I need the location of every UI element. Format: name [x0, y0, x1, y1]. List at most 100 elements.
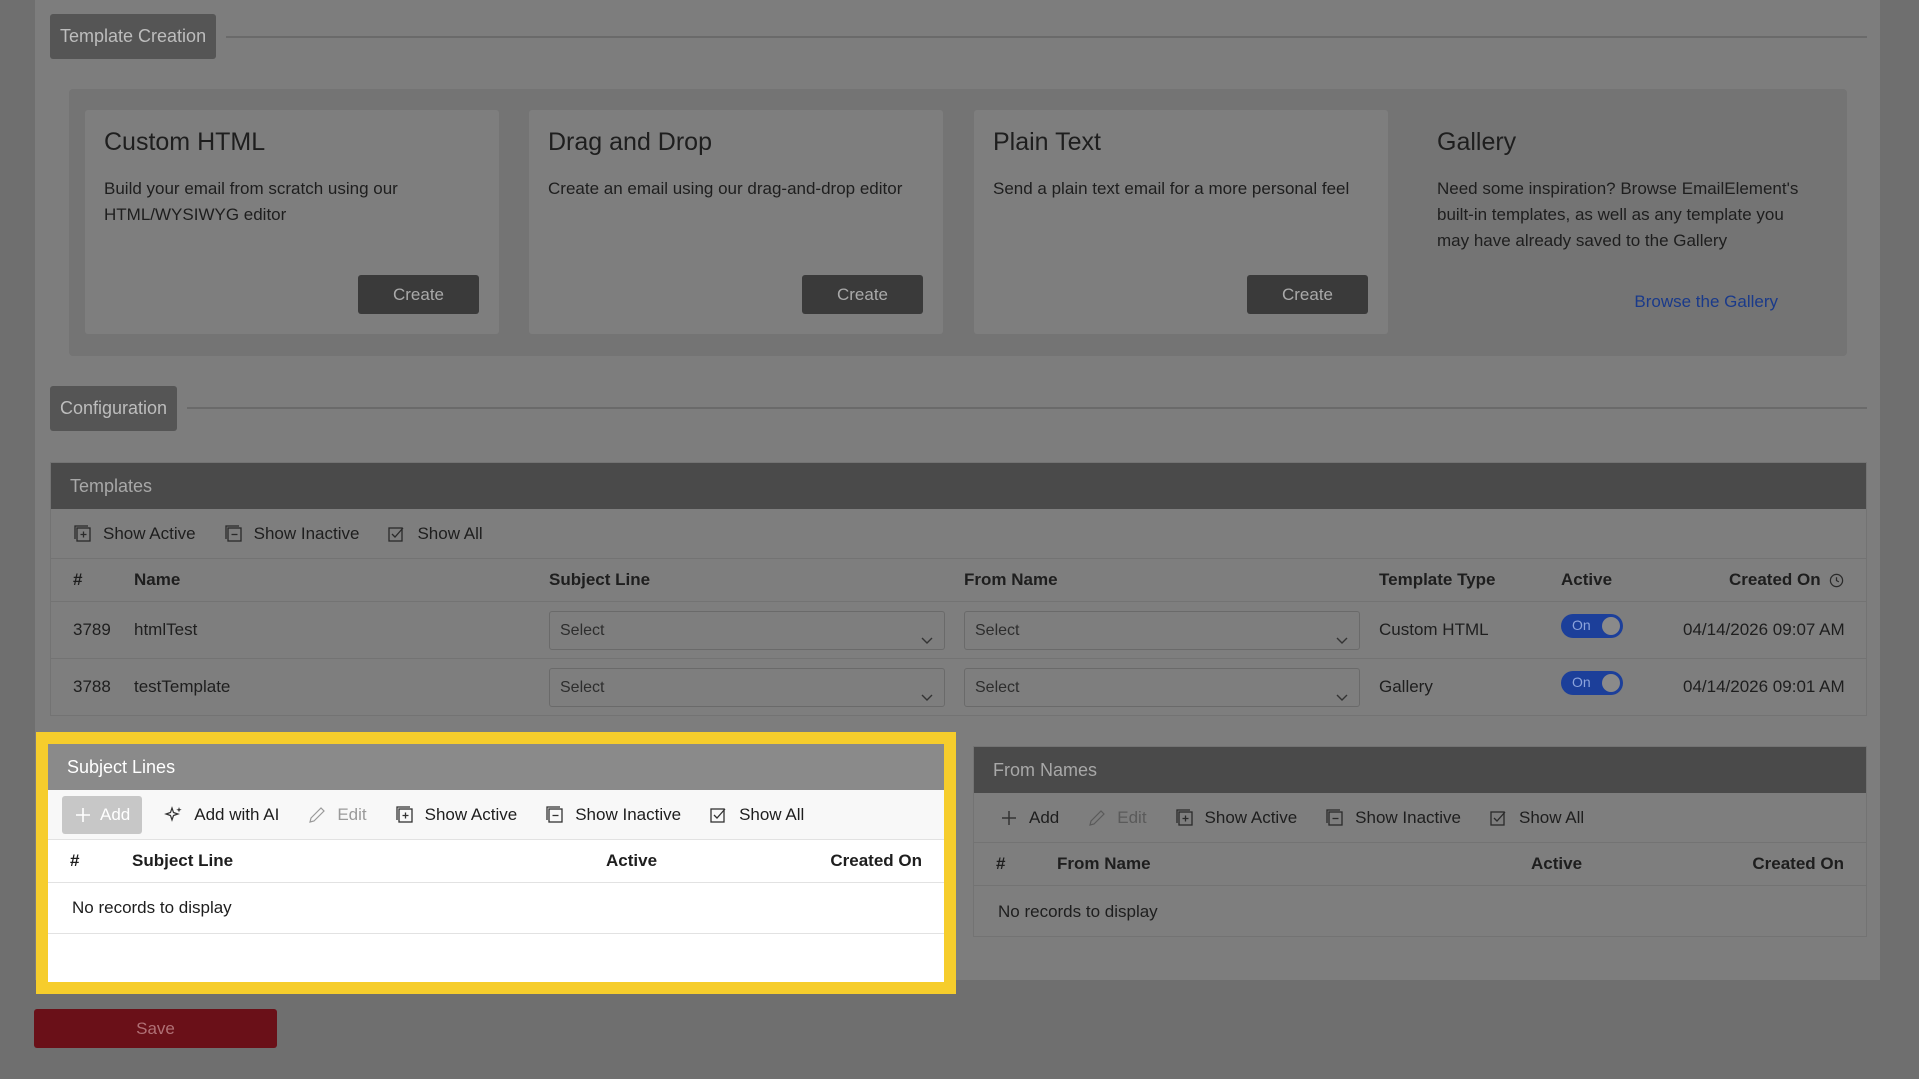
- templates-toolbar: Show Active Show Inactive Show All: [51, 509, 1866, 559]
- empty-row: No records to display: [48, 883, 944, 934]
- card-title: Custom HTML: [104, 128, 266, 156]
- col-num: #: [70, 851, 80, 870]
- card-description: Need some inspiration? Browse EmailEleme…: [1437, 179, 1799, 250]
- edit-button[interactable]: Edit: [1087, 808, 1147, 828]
- show-inactive-button[interactable]: Show Inactive: [224, 524, 359, 544]
- table-row[interactable]: 3789 htmlTest Select Select Custom HTML …: [51, 602, 1866, 659]
- show-active-icon: [395, 805, 415, 825]
- create-drag-and-drop-button[interactable]: Create: [802, 275, 923, 314]
- add-subject-line-button[interactable]: Add: [62, 795, 143, 834]
- plus-icon: [999, 808, 1019, 828]
- subject-lines-grid-title: Subject Lines: [48, 744, 944, 790]
- card-description: Build your email from scratch using our …: [104, 179, 398, 224]
- from-names-grid-title: From Names: [974, 747, 1866, 793]
- show-active-button[interactable]: Show Active: [1175, 808, 1297, 828]
- col-subject-line[interactable]: Subject Line: [132, 851, 233, 871]
- show-all-button[interactable]: Show All: [709, 805, 804, 825]
- chevron-down-icon: [1335, 681, 1349, 701]
- col-active[interactable]: Active: [1531, 854, 1582, 874]
- col-num: #: [73, 570, 83, 589]
- empty-row: No records to display: [974, 886, 1866, 937]
- show-inactive-button[interactable]: Show Inactive: [545, 805, 681, 825]
- row-created-on: 04/14/2026 09:01 AM: [1683, 677, 1845, 696]
- active-toggle[interactable]: On: [1561, 671, 1623, 695]
- edit-button[interactable]: Edit: [307, 805, 367, 825]
- row-id: 3789: [73, 620, 111, 639]
- card-description: Create an email using our drag-and-drop …: [548, 179, 903, 198]
- col-from-name[interactable]: From Name: [1057, 854, 1151, 874]
- templates-grid-title: Templates: [51, 463, 1866, 509]
- configuration-tag: Configuration: [50, 386, 178, 431]
- col-template-type[interactable]: Template Type: [1379, 570, 1496, 590]
- no-records-text: No records to display: [998, 901, 1158, 921]
- card-plain-text: Plain Text Send a plain text email for a…: [974, 110, 1388, 334]
- template-creation-heading: Template Creation: [50, 14, 217, 59]
- subject-lines-column-headers: # Subject Line Active Created On: [48, 840, 944, 883]
- no-records-text: No records to display: [72, 898, 232, 917]
- show-inactive-icon: [224, 524, 244, 544]
- templates-grid: Templates Show Active Show Inactive Show…: [50, 462, 1867, 716]
- sparkle-icon: [164, 805, 184, 825]
- subject-line-select[interactable]: Select: [549, 611, 945, 650]
- row-template-type: Gallery: [1379, 677, 1433, 696]
- chevron-down-icon: [920, 681, 934, 701]
- from-name-select[interactable]: Select: [964, 611, 1360, 650]
- template-creation-tag: Template Creation: [50, 14, 217, 59]
- col-subject-line[interactable]: Subject Line: [549, 570, 650, 590]
- chevron-down-icon: [1335, 624, 1349, 644]
- configuration-heading: Configuration: [50, 386, 178, 431]
- toggle-knob: [1602, 674, 1620, 692]
- add-with-ai-button[interactable]: Add with AI: [164, 805, 279, 825]
- col-active[interactable]: Active: [1561, 570, 1612, 590]
- show-active-icon: [73, 524, 93, 544]
- show-active-button[interactable]: Show Active: [73, 524, 196, 544]
- clock-icon: [1829, 573, 1844, 588]
- show-all-icon: [1489, 808, 1509, 828]
- table-row[interactable]: 3788 testTemplate Select Select Gallery …: [51, 659, 1866, 716]
- from-names-toolbar: Add Edit Show Active Show Inactive Show …: [974, 793, 1866, 843]
- show-inactive-button[interactable]: Show Inactive: [1325, 808, 1461, 828]
- show-inactive-icon: [545, 805, 565, 825]
- from-names-column-headers: # From Name Active Created On: [974, 843, 1866, 886]
- col-from-name[interactable]: From Name: [964, 570, 1058, 590]
- save-button[interactable]: Save: [34, 1009, 277, 1048]
- show-all-icon: [709, 805, 729, 825]
- template-creation-rule: [226, 36, 1867, 38]
- subject-line-select[interactable]: Select: [549, 668, 945, 707]
- card-gallery: Gallery Need some inspiration? Browse Em…: [1418, 110, 1832, 334]
- active-toggle[interactable]: On: [1561, 614, 1623, 638]
- card-description: Send a plain text email for a more perso…: [993, 179, 1350, 198]
- chevron-down-icon: [920, 624, 934, 644]
- subject-lines-grid: Subject Lines Add Add with AI Edit Show …: [36, 732, 956, 994]
- card-drag-and-drop: Drag and Drop Create an email using our …: [529, 110, 943, 334]
- from-names-grid: From Names Add Edit Show Active Show Ina…: [973, 746, 1867, 937]
- templates-column-headers: # Name Subject Line From Name Template T…: [51, 559, 1866, 602]
- col-created-on[interactable]: Created On: [830, 851, 922, 871]
- col-active[interactable]: Active: [606, 851, 657, 871]
- create-plain-text-button[interactable]: Create: [1247, 275, 1368, 314]
- pencil-icon: [307, 805, 327, 825]
- subject-lines-toolbar: Add Add with AI Edit Show Active Show In…: [48, 790, 944, 840]
- row-name: testTemplate: [134, 677, 231, 696]
- configuration-rule: [187, 407, 1867, 409]
- card-title: Plain Text: [993, 128, 1101, 156]
- show-inactive-icon: [1325, 808, 1345, 828]
- create-custom-html-button[interactable]: Create: [358, 275, 479, 314]
- row-id: 3788: [73, 677, 111, 696]
- template-creation-cards: Custom HTML Build your email from scratc…: [69, 89, 1847, 356]
- add-from-name-button[interactable]: Add: [999, 808, 1059, 828]
- show-all-button[interactable]: Show All: [387, 524, 483, 544]
- col-num: #: [996, 854, 1006, 873]
- from-name-select[interactable]: Select: [964, 668, 1360, 707]
- card-custom-html: Custom HTML Build your email from scratc…: [85, 110, 499, 334]
- col-created-on[interactable]: Created On: [1752, 854, 1844, 874]
- col-name[interactable]: Name: [134, 570, 180, 590]
- row-created-on: 04/14/2026 09:07 AM: [1683, 620, 1845, 639]
- card-title: Gallery: [1437, 128, 1517, 156]
- show-active-button[interactable]: Show Active: [395, 805, 517, 825]
- col-created-on[interactable]: Created On: [1729, 570, 1844, 590]
- show-all-icon: [387, 524, 407, 544]
- show-active-icon: [1175, 808, 1195, 828]
- show-all-button[interactable]: Show All: [1489, 808, 1584, 828]
- browse-gallery-link[interactable]: Browse the Gallery: [1634, 292, 1778, 312]
